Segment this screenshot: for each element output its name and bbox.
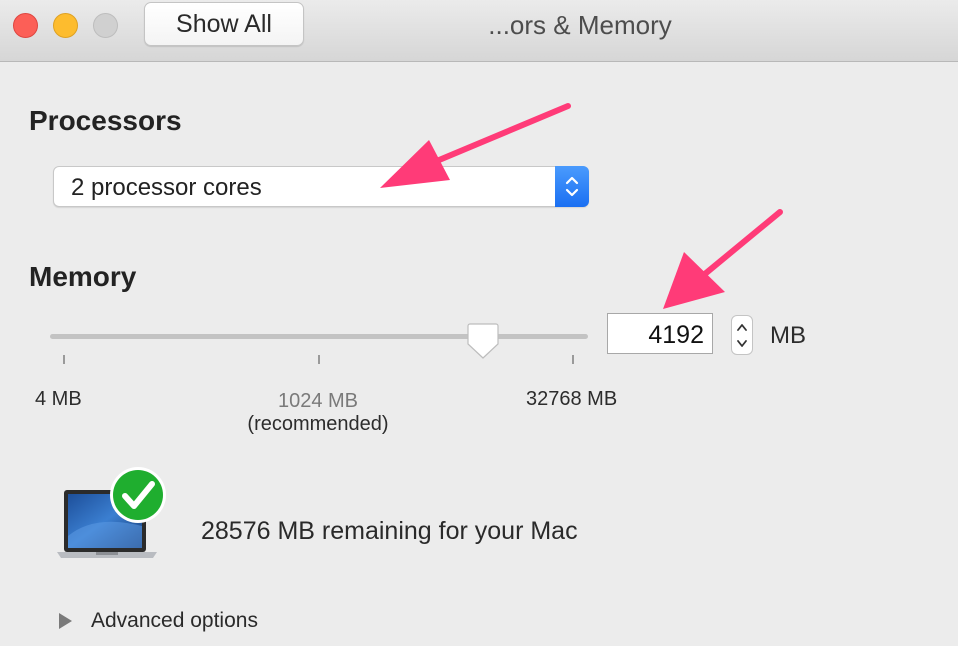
processor-cores-popup[interactable]: 2 processor cores	[53, 166, 589, 207]
processor-cores-selected-value: 2 processor cores	[71, 174, 262, 201]
arrow-icon	[663, 209, 783, 309]
slider-min-label: 4 MB	[35, 388, 82, 410]
slider-tick-min	[63, 355, 65, 364]
slider-recommended-note: (recommended)	[247, 413, 389, 435]
zoom-window-button[interactable]	[93, 13, 118, 38]
processors-heading: Processors	[29, 105, 182, 136]
slider-recommended-value: 1024 MB	[277, 390, 359, 412]
window-title: ...ors & Memory	[488, 10, 672, 40]
disclosure-triangle-icon[interactable]	[57, 612, 73, 630]
remaining-memory-text: 28576 MB remaining for your Mac	[201, 517, 578, 545]
slider-tick-max	[572, 355, 574, 364]
up-down-chevron-icon	[565, 176, 579, 197]
memory-stepper[interactable]	[731, 315, 753, 355]
memory-unit-label: MB	[770, 322, 806, 349]
memory-value-field[interactable]: 4192	[607, 313, 713, 354]
title-bar: Show All ...ors & Memory	[0, 0, 958, 62]
memory-slider-track[interactable]	[50, 334, 588, 339]
show-all-button[interactable]: Show All	[144, 2, 304, 46]
slider-recommended-label: 1024 MB (recommended)	[228, 390, 408, 436]
memory-slider-knob[interactable]	[467, 322, 499, 360]
up-down-chevron-icon	[737, 324, 747, 347]
slider-max-label: 32768 MB	[526, 388, 618, 410]
minimize-window-button[interactable]	[53, 13, 78, 38]
memory-heading: Memory	[29, 261, 137, 292]
close-window-button[interactable]	[13, 13, 38, 38]
checkmark-badge-icon	[110, 467, 166, 523]
advanced-options-toggle[interactable]: Advanced options	[91, 609, 258, 633]
popup-chevron-button[interactable]	[555, 166, 589, 207]
slider-tick-recommended	[318, 355, 320, 364]
